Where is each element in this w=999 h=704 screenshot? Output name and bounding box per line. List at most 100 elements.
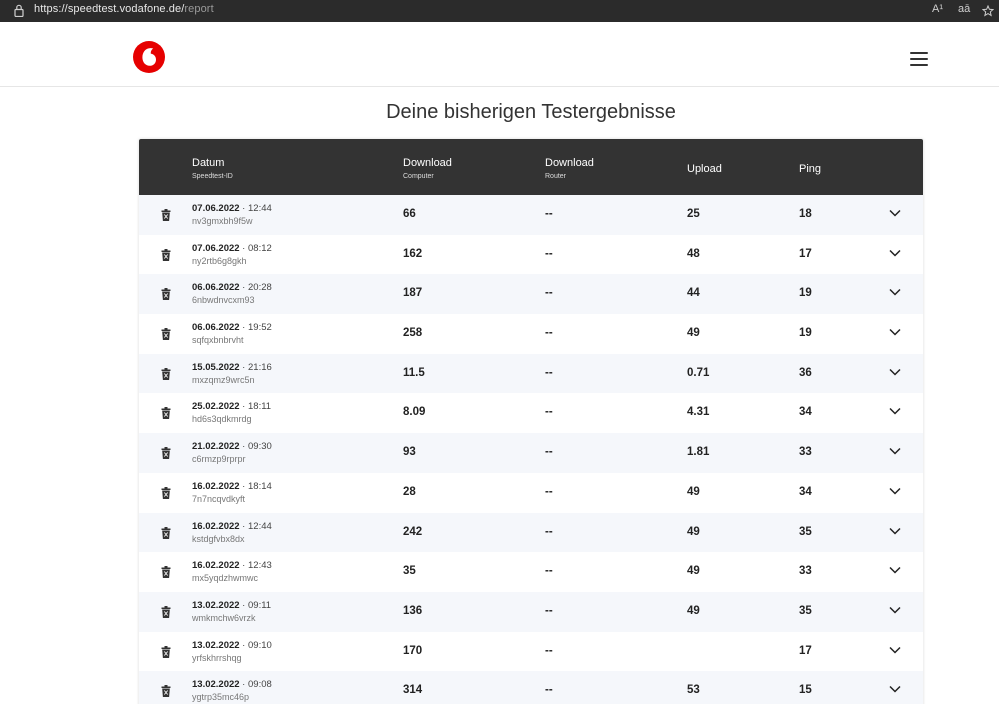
trash-icon[interactable] [161, 367, 171, 380]
trash-icon[interactable] [161, 605, 171, 618]
upload-value: 48 [687, 247, 700, 260]
time-value: · 12:44 [239, 203, 272, 214]
speedtest-id: c6rmzp9rprpr [192, 454, 246, 465]
chevron-down-icon[interactable] [889, 209, 901, 217]
time-text: 09:30 [248, 441, 272, 453]
time-text: 18:14 [248, 480, 272, 492]
date-value: 13.02.2022 [192, 679, 240, 691]
column-header-download-computer: Download Computer [403, 157, 452, 180]
download-computer-value: 314 [403, 684, 423, 697]
chevron-down-icon[interactable] [889, 288, 901, 296]
chevron-down-icon[interactable] [889, 606, 901, 614]
date-value: 21.02.2022 [192, 441, 240, 453]
chevron-down-icon[interactable] [889, 566, 901, 574]
trash-icon[interactable] [161, 645, 171, 658]
table-row: 06.06.2022 · 20:28 6nbwdnvcxm93 187 -- 4… [139, 274, 923, 315]
chevron-down-icon[interactable] [889, 685, 901, 693]
download-router-value: -- [545, 525, 553, 538]
trash-icon[interactable] [161, 248, 171, 261]
chevron-down-icon[interactable] [889, 368, 901, 376]
ping-value: 19 [799, 327, 812, 340]
time-text: 09:10 [248, 639, 272, 651]
test-date: 06.06.2022 · 19:52 [192, 322, 272, 333]
url-field[interactable]: https://speedtest.vodafone.de/report [34, 3, 214, 15]
trash-icon[interactable] [161, 526, 171, 539]
download-computer-value: 93 [403, 446, 416, 459]
table-row: 06.06.2022 · 19:52 sqfqxbnbrvht 258 -- 4… [139, 314, 923, 354]
trash-icon[interactable] [161, 447, 171, 460]
ping-value: 34 [799, 406, 812, 419]
upload-value: 25 [687, 208, 700, 220]
lock-icon[interactable] [14, 4, 24, 17]
chevron-down-icon[interactable] [889, 646, 901, 654]
test-date: 16.02.2022 · 12:43 [192, 560, 272, 571]
chevron-down-icon[interactable] [889, 249, 901, 257]
download-computer-value: 187 [403, 287, 423, 300]
page-title: Deine bisherigen Testergebnisse [386, 101, 676, 123]
time-value: · 18:11 [239, 401, 272, 413]
upload-value: 49 [687, 525, 700, 538]
date-value: 16.02.2022 [192, 520, 240, 532]
time-text: 09:08 [248, 679, 272, 691]
speedtest-id: mxzqmz9wrc5n [192, 374, 255, 385]
upload-value: 44 [687, 287, 700, 300]
column-label: Ping [799, 163, 822, 175]
column-label: Download [403, 157, 452, 169]
ping-value: 18 [799, 208, 812, 220]
date-value: 06.06.2022 [192, 282, 240, 294]
table-row: 07.06.2022 · 12:44 nv3gmxbh9f5w 66 -- 25… [139, 195, 923, 235]
download-computer-value: 136 [403, 604, 423, 617]
speedtest-id: ygtrp35mc46p [192, 692, 250, 703]
ping-value: 17 [799, 644, 812, 657]
download-router-value: -- [545, 446, 553, 459]
download-router-value: -- [545, 485, 553, 498]
trash-icon[interactable] [161, 209, 171, 221]
time-text: 12:43 [248, 560, 272, 572]
chevron-down-icon[interactable] [889, 328, 901, 336]
ping-value: 33 [799, 446, 812, 459]
trash-icon[interactable] [161, 288, 171, 301]
vodafone-logo-icon[interactable] [133, 41, 165, 73]
trash-icon[interactable] [161, 566, 171, 579]
column-header-download-router: Download Router [545, 157, 594, 180]
upload-value: 53 [687, 684, 700, 697]
download-computer-value: 66 [403, 208, 416, 220]
speedtest-id: sqfqxbnbrvht [192, 335, 244, 346]
speedtest-id: 6nbwdnvcxm93 [192, 295, 255, 306]
ping-value: 36 [799, 366, 812, 379]
trash-icon[interactable] [161, 328, 171, 341]
chevron-down-icon[interactable] [889, 447, 901, 455]
speedtest-id: ny2rtb6g8gkh [192, 255, 247, 266]
test-date: 13.02.2022 · 09:10 [192, 640, 272, 651]
chevron-down-icon[interactable] [889, 487, 901, 495]
time-text: 20:28 [248, 282, 272, 294]
trash-icon[interactable] [161, 486, 171, 499]
table-row: 21.02.2022 · 09:30 c6rmzp9rprpr 93 -- 1.… [139, 433, 923, 473]
date-value: 16.02.2022 [192, 480, 240, 492]
hamburger-menu-icon[interactable] [910, 52, 928, 66]
download-computer-value: 162 [403, 247, 423, 260]
read-aloud-icon[interactable]: A¹ [932, 3, 943, 15]
test-date: 13.02.2022 · 09:08 [192, 679, 272, 690]
date-value: 07.06.2022 [192, 242, 240, 254]
column-header-upload: Upload [687, 163, 722, 175]
trash-icon[interactable] [161, 685, 171, 698]
chevron-down-icon[interactable] [889, 527, 901, 535]
test-date: 13.02.2022 · 09:11 [192, 600, 271, 611]
column-label: Upload [687, 163, 722, 175]
translate-icon[interactable]: aā [958, 3, 970, 15]
download-router-value: -- [545, 644, 553, 657]
favorite-star-icon[interactable] [982, 5, 994, 17]
column-header-ping: Ping [799, 163, 821, 175]
ping-value: 17 [799, 247, 812, 260]
speedtest-id: mx5yqdzhwmwc [192, 573, 259, 584]
date-value: 06.06.2022 [192, 322, 240, 334]
speedtest-id: nv3gmxbh9f5w [192, 216, 253, 226]
trash-icon[interactable] [161, 407, 171, 420]
ping-value: 19 [799, 287, 812, 300]
upload-value: 49 [687, 565, 700, 578]
chevron-down-icon[interactable] [889, 407, 901, 415]
table-header: Datum Speedtest-ID Download Computer Dow… [139, 139, 923, 195]
download-computer-value: 170 [403, 644, 423, 657]
speedtest-id: wmkmchw6vrzk [192, 612, 256, 623]
